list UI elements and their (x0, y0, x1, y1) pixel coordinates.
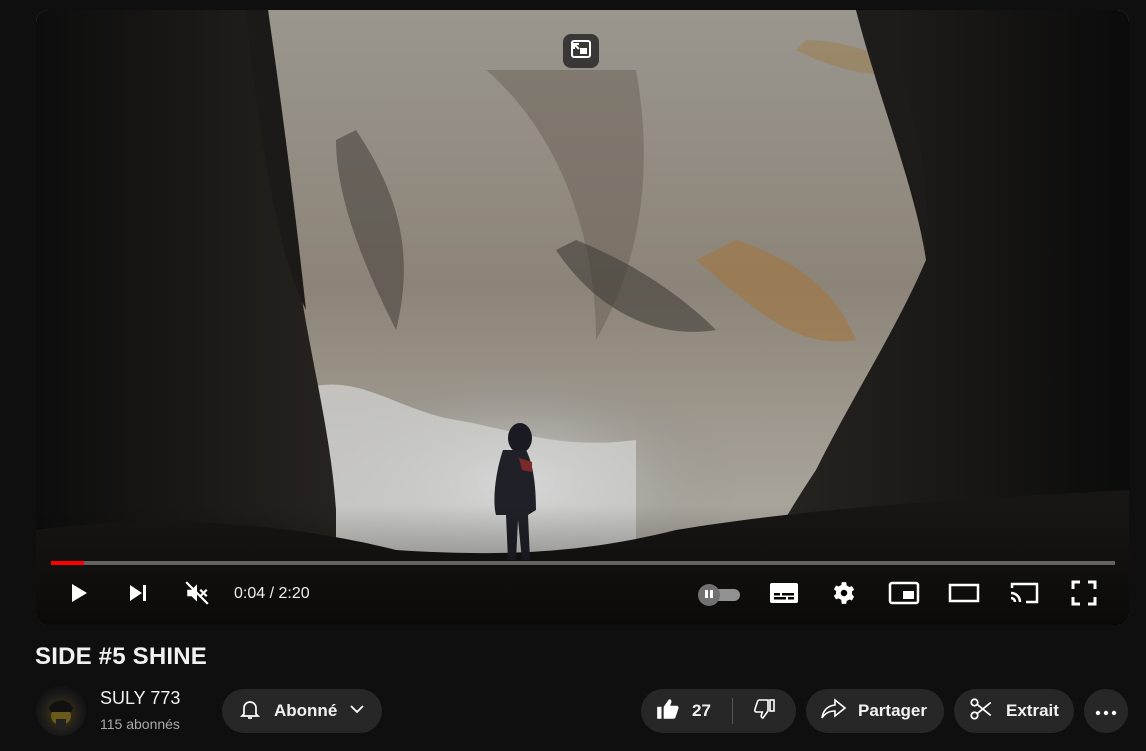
mute-button[interactable] (177, 578, 217, 612)
subtitles-icon (769, 581, 799, 610)
next-button[interactable] (118, 578, 158, 612)
more-actions-button[interactable] (1084, 689, 1128, 733)
miniplayer-button[interactable] (884, 578, 924, 612)
time-separator: / (265, 585, 279, 602)
time-display: 0:04 / 2:20 (234, 585, 310, 603)
video-player[interactable]: 0:04 / 2:20 (36, 10, 1129, 625)
progress-played (51, 561, 84, 565)
share-icon (820, 697, 848, 726)
chevron-down-icon (347, 699, 367, 724)
subscribed-label: Abonné (274, 701, 338, 720)
like-count: 27 (692, 701, 711, 720)
clip-button[interactable]: Extrait (954, 689, 1074, 733)
video-title: SIDE #5 SHINE (35, 643, 207, 670)
subscribed-button[interactable]: Abonné (222, 689, 382, 733)
time-total: 2:20 (278, 585, 310, 602)
play-button[interactable] (58, 578, 98, 612)
like-button[interactable]: 27 (641, 689, 732, 733)
pause-icon (704, 586, 714, 604)
player-controls: 0:04 / 2:20 (36, 570, 1129, 618)
settings-button[interactable] (824, 578, 864, 612)
progress-bar[interactable] (51, 561, 1115, 565)
autoplay-toggle[interactable] (698, 584, 740, 606)
subscriber-count: 115 abonnés (100, 716, 180, 732)
time-current: 0:04 (234, 585, 266, 602)
share-button[interactable]: Partager (806, 689, 944, 733)
gear-icon (831, 580, 857, 611)
thumbs-up-icon (655, 696, 681, 727)
fullscreen-icon (1071, 580, 1097, 611)
cast-button[interactable] (1004, 578, 1044, 612)
channel-avatar[interactable] (36, 686, 86, 736)
exit-picture-in-picture-button[interactable] (563, 34, 599, 68)
thumbs-down-icon (752, 697, 776, 726)
subtitles-button[interactable] (764, 578, 804, 612)
exit-picture-in-picture-icon (569, 37, 593, 66)
autoplay-knob (698, 584, 720, 606)
dislike-button[interactable] (733, 689, 795, 733)
channel-name[interactable]: SULY 773 (100, 688, 180, 709)
theater-mode-icon (948, 582, 980, 609)
cast-icon (1008, 580, 1040, 611)
play-icon (66, 581, 90, 610)
clip-label: Extrait (1006, 701, 1059, 720)
more-horizontal-icon (1095, 701, 1117, 721)
share-label: Partager (858, 701, 927, 720)
bell-icon (238, 697, 262, 726)
watch-page: 0:04 / 2:20 SIDE #5 SHINE SULY 773 115 a… (0, 0, 1146, 751)
fullscreen-button[interactable] (1064, 578, 1104, 612)
miniplayer-icon (888, 580, 920, 611)
scissors-icon (968, 696, 994, 727)
muted-volume-icon (184, 580, 210, 611)
like-dislike-group: 27 (641, 689, 796, 733)
theater-mode-button[interactable] (944, 578, 984, 612)
next-icon (126, 581, 150, 610)
